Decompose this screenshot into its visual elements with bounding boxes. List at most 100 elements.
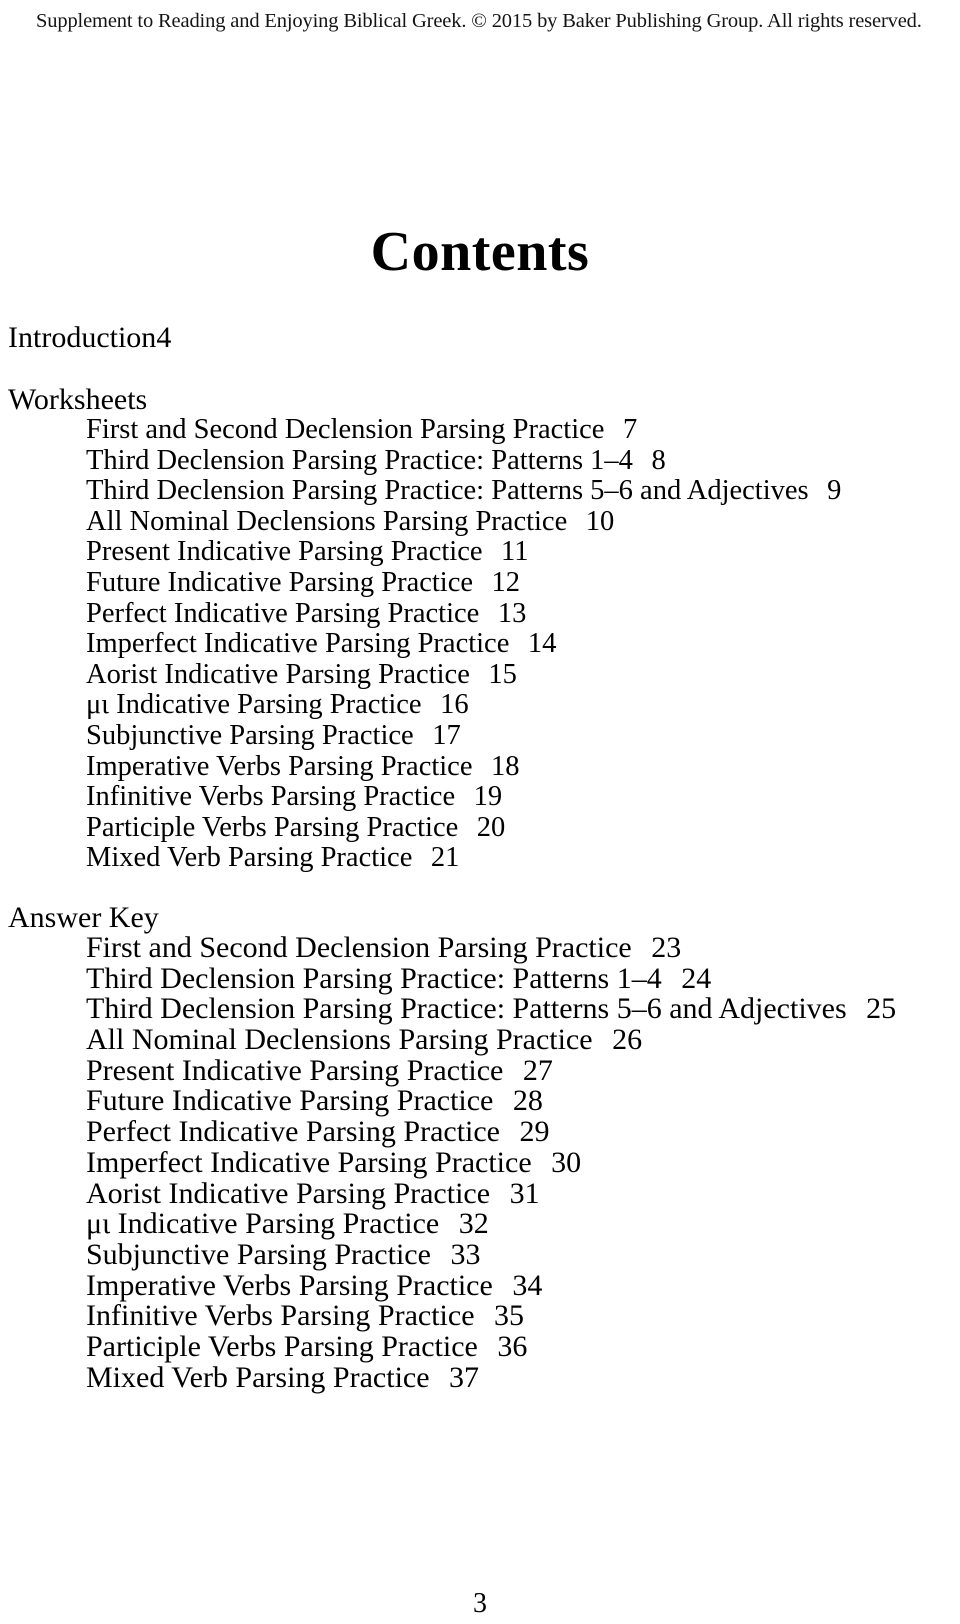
- toc-entry-title: Mixed Verb Parsing Practice: [86, 842, 413, 874]
- table-of-contents: Introduction4 Worksheets First and Secon…: [0, 322, 960, 1393]
- toc-entry-title: Participle Verbs Parsing Practice: [86, 811, 459, 843]
- toc-entry-title: Imperative Verbs Parsing Practice: [86, 1268, 493, 1302]
- toc-entry-page: 17: [432, 719, 461, 751]
- toc-entry[interactable]: Imperfect Indicative Parsing Practice 14: [0, 628, 960, 660]
- toc-entry-page: 24: [681, 961, 712, 995]
- toc-entry-title: Third Declension Parsing Practice: Patte…: [86, 961, 662, 995]
- toc-entry[interactable]: μι Indicative Parsing Practice 32: [0, 1207, 960, 1241]
- toc-entry-title: Perfect Indicative Parsing Practice: [86, 1115, 500, 1149]
- toc-entry-title: Perfect Indicative Parsing Practice: [86, 597, 480, 629]
- toc-entry[interactable]: Present Indicative Parsing Practice 11: [0, 537, 960, 568]
- page-number-folio: 3: [473, 1588, 487, 1619]
- toc-entry-page: 35: [494, 1299, 525, 1333]
- toc-entry[interactable]: Participle Verbs Parsing Practice 20: [0, 811, 960, 844]
- toc-entry-page: 34: [512, 1268, 543, 1302]
- toc-entry-title: Introduction: [8, 321, 157, 354]
- toc-entry[interactable]: Third Declension Parsing Practice: Patte…: [0, 992, 960, 1026]
- toc-entry-page: 19: [473, 781, 503, 813]
- toc-entry-page: 8: [651, 444, 666, 476]
- toc-entry-title: Present Indicative Parsing Practice: [86, 536, 483, 568]
- toc-entry[interactable]: Future Indicative Parsing Practice 28: [0, 1086, 960, 1117]
- section-worksheets: Worksheets First and Second Declension P…: [0, 384, 960, 874]
- toc-entry-page: 29: [519, 1115, 550, 1149]
- toc-entry-introduction[interactable]: Introduction4: [0, 322, 960, 353]
- toc-entry-title: All Nominal Declensions Parsing Practice: [86, 1023, 593, 1057]
- toc-entry[interactable]: Subjunctive Parsing Practice 17: [0, 719, 960, 752]
- toc-entry-title: Mixed Verb Parsing Practice: [86, 1360, 430, 1394]
- toc-entry-title: Infinitive Verbs Parsing Practice: [86, 781, 456, 813]
- toc-entry[interactable]: Perfect Indicative Parsing Practice 13: [0, 597, 960, 630]
- front-matter-group: Introduction4: [0, 322, 960, 353]
- toc-entry-title: Future Indicative Parsing Practice: [86, 1084, 494, 1118]
- toc-entry-title: Third Declension Parsing Practice: Patte…: [86, 992, 847, 1026]
- toc-entry-page: 36: [497, 1330, 528, 1364]
- toc-entry[interactable]: Perfect Indicative Parsing Practice 29: [0, 1115, 960, 1149]
- toc-entry[interactable]: Aorist Indicative Parsing Practice 31: [0, 1176, 960, 1210]
- toc-entry[interactable]: First and Second Declension Parsing Prac…: [0, 414, 960, 446]
- toc-entry-title: μι Indicative Parsing Practice: [86, 689, 422, 721]
- toc-entry-title: Third Declension Parsing Practice: Patte…: [86, 444, 633, 476]
- toc-entry[interactable]: μι Indicative Parsing Practice 16: [0, 690, 960, 721]
- section-heading-worksheets: Worksheets: [8, 383, 148, 416]
- toc-entry-page: 7: [622, 414, 638, 445]
- toc-entry[interactable]: All Nominal Declensions Parsing Practice…: [0, 505, 960, 538]
- toc-entry-title: Aorist Indicative Parsing Practice: [86, 658, 470, 690]
- toc-entry[interactable]: Infinitive Verbs Parsing Practice 19: [0, 781, 960, 813]
- toc-entry-page: 18: [491, 750, 520, 782]
- toc-entry-page: 16: [440, 689, 469, 721]
- toc-entry-page: 33: [450, 1237, 481, 1271]
- running-header-copyright: Supplement to Reading and Enjoying Bibli…: [36, 10, 922, 32]
- toc-entry[interactable]: Future Indicative Parsing Practice 12: [0, 566, 960, 599]
- toc-entry[interactable]: Subjunctive Parsing Practice 33: [0, 1237, 960, 1271]
- toc-entry[interactable]: Third Declension Parsing Practice: Patte…: [0, 444, 960, 477]
- section-answer-key: Answer Key First and Second Declension P…: [0, 902, 960, 1394]
- toc-entry[interactable]: Imperative Verbs Parsing Practice 34: [0, 1268, 960, 1302]
- toc-entry-title: Third Declension Parsing Practice: Patte…: [86, 475, 809, 507]
- toc-entry-page: 21: [430, 842, 460, 874]
- toc-entry-title: Imperfect Indicative Parsing Practice: [86, 628, 510, 660]
- toc-entry-title: First and Second Declension Parsing Prac…: [86, 930, 632, 964]
- toc-entry-title: Imperfect Indicative Parsing Practice: [86, 1145, 532, 1179]
- toc-entry-title: Subjunctive Parsing Practice: [86, 719, 414, 751]
- toc-entry-page: 32: [458, 1207, 489, 1241]
- toc-entry[interactable]: Third Declension Parsing Practice: Patte…: [0, 475, 960, 507]
- toc-entry[interactable]: Infinitive Verbs Parsing Practice 35: [0, 1299, 960, 1333]
- document-page: Supplement to Reading and Enjoying Bibli…: [0, 0, 960, 1624]
- toc-entry-page: 30: [551, 1145, 582, 1179]
- toc-entry[interactable]: Mixed Verb Parsing Practice 37: [0, 1360, 960, 1394]
- toc-entry-page: 15: [488, 658, 517, 690]
- toc-entry-page: 31: [509, 1176, 540, 1210]
- toc-entry[interactable]: Third Declension Parsing Practice: Patte…: [0, 961, 960, 995]
- toc-entry-page: 13: [497, 597, 527, 629]
- section-heading-answer-key: Answer Key: [8, 900, 159, 934]
- toc-entry-page: 27: [522, 1053, 553, 1087]
- toc-entry[interactable]: Aorist Indicative Parsing Practice 15: [0, 658, 960, 691]
- toc-entry-title: Future Indicative Parsing Practice: [86, 566, 474, 598]
- toc-entry-title: Aorist Indicative Parsing Practice: [86, 1176, 491, 1210]
- toc-entry-page: 28: [512, 1084, 543, 1118]
- toc-entry-page: 23: [651, 930, 682, 964]
- toc-entry[interactable]: Imperfect Indicative Parsing Practice 30: [0, 1145, 960, 1179]
- toc-entry-page: 26: [612, 1023, 643, 1057]
- toc-entry-title: All Nominal Declensions Parsing Practice: [86, 505, 568, 537]
- toc-entry-page: 25: [866, 992, 897, 1026]
- toc-entry[interactable]: First and Second Declension Parsing Prac…: [0, 930, 960, 964]
- toc-entry-title: Participle Verbs Parsing Practice: [86, 1330, 478, 1364]
- toc-entry[interactable]: Present Indicative Parsing Practice 27: [0, 1053, 960, 1087]
- toc-entry-title: μι Indicative Parsing Practice: [86, 1207, 440, 1241]
- toc-entry-page: 12: [491, 566, 521, 598]
- toc-entry-page: 14: [527, 628, 557, 660]
- toc-entry-page: 4: [156, 321, 172, 354]
- toc-entry-page: 9: [827, 475, 842, 507]
- page-title: Contents: [370, 220, 590, 283]
- toc-entry[interactable]: All Nominal Declensions Parsing Practice…: [0, 1023, 960, 1057]
- toc-entry-title: Present Indicative Parsing Practice: [86, 1053, 504, 1087]
- toc-entry-title: First and Second Declension Parsing Prac…: [86, 414, 605, 445]
- toc-entry[interactable]: Participle Verbs Parsing Practice 36: [0, 1330, 960, 1364]
- toc-entry[interactable]: Mixed Verb Parsing Practice 21: [0, 843, 960, 874]
- toc-entry-page: 11: [501, 536, 529, 568]
- toc-entry-page: 20: [476, 811, 506, 843]
- toc-entry[interactable]: Imperative Verbs Parsing Practice 18: [0, 750, 960, 783]
- toc-entry-title: Imperative Verbs Parsing Practice: [86, 750, 473, 782]
